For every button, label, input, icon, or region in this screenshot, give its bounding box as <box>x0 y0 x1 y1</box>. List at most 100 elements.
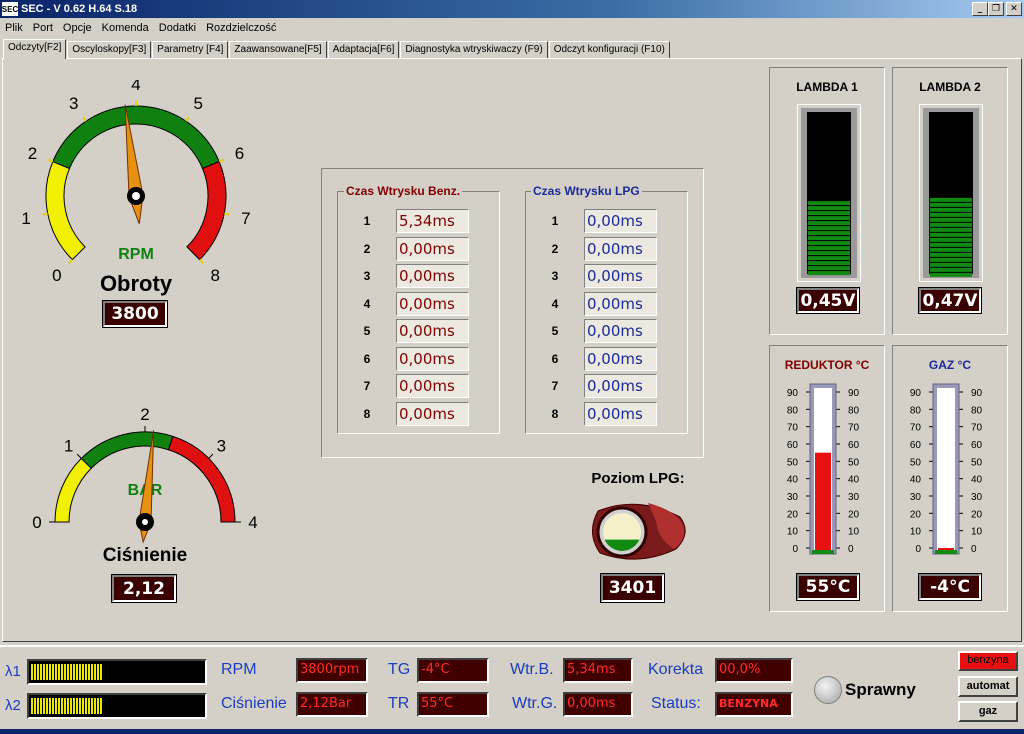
thermometer-tick-label-right: 10 <box>848 527 860 538</box>
thermometer-fill <box>938 548 954 550</box>
rpm-tick-label: 6 <box>235 144 244 163</box>
thermometer-tick-label-left: 40 <box>787 475 799 486</box>
tab-strip: Odczyty[F2] Oscyloskopy[F3] Parametry [F… <box>3 39 671 59</box>
lambda-segment <box>930 257 972 262</box>
lambda-segment <box>930 217 972 222</box>
maximize-button[interactable]: ❐ <box>988 2 1004 16</box>
tab-oscyloskopy[interactable]: Oscyloskopy[F3] <box>67 41 152 59</box>
title-bar: SEC SEC - V 0.62 H.64 S.18 _ ❐ ✕ <box>0 0 1024 18</box>
rpm-caption: Obroty <box>99 271 173 296</box>
pressure-tick-mark <box>76 453 82 459</box>
injection-time-value: 0,00ms <box>396 264 469 288</box>
menu-dodatki[interactable]: Dodatki <box>154 22 201 34</box>
wtrb-value: 5,34ms <box>563 658 633 683</box>
thermometer-tick-label-left: 80 <box>910 405 922 416</box>
lpg-injection-row: 8 0,00ms <box>526 401 657 426</box>
thermometer-tick-label-left: 0 <box>915 544 921 555</box>
lambda-segment <box>808 266 850 271</box>
thermometer-tick-label-left: 60 <box>787 440 799 451</box>
lambda-segment <box>930 207 972 212</box>
lambda1-status-bar <box>27 659 207 685</box>
thermometer-tick-label-left: 70 <box>910 423 922 434</box>
lambda1-title: LAMBDA 1 <box>796 80 858 94</box>
thermometer-fill <box>815 452 831 550</box>
lambda-segment <box>930 202 972 207</box>
lambda1-status-label: λ1 <box>5 663 21 680</box>
menu-rozdzielczosc[interactable]: Rozdzielczość <box>201 22 281 34</box>
petrol-injection-group: Czas Wtrysku Benz. 1 5,34ms 2 0,00ms 3 0,00ms… <box>337 184 500 434</box>
pressure-gauge: 01234BAR <box>32 405 258 544</box>
minimize-button[interactable]: _ <box>972 2 988 16</box>
lambda2-status-bar <box>27 693 207 719</box>
tab-odczyt-konfiguracji[interactable]: Odczyt konfiguracji (F10) <box>548 41 670 59</box>
close-button[interactable]: ✕ <box>1006 2 1022 16</box>
menu-komenda[interactable]: Komenda <box>97 22 154 34</box>
lpg-level-label: Poziom LPG: <box>591 470 685 487</box>
thermometer-tick-label-left: 40 <box>910 475 922 486</box>
injection-time-value: 0,00ms <box>396 236 469 261</box>
lambda-segment <box>930 222 972 227</box>
injection-panel: Czas Wtrysku Benz. 1 5,34ms 2 0,00ms 3 0,00ms… <box>321 168 704 458</box>
lambda-segment <box>808 206 850 211</box>
injection-time-value: 0,00ms <box>396 319 469 343</box>
lambda-segment <box>808 236 850 241</box>
rpm-tick-label: 5 <box>193 94 202 113</box>
lpg-injection-row: 7 0,00ms <box>526 374 657 398</box>
lambda-segment <box>930 197 972 202</box>
thermometer-tick-label-right: 70 <box>848 423 860 434</box>
lambda-segment <box>808 201 850 206</box>
status-label: Status: <box>651 695 701 712</box>
cylinder-number: 7 <box>551 379 559 393</box>
wtrg-label: Wtr.G. <box>512 695 558 712</box>
automat-button[interactable]: automat <box>958 676 1018 697</box>
rpm-tick-label: 0 <box>52 266 61 285</box>
lambda2-value-display: 0,47V <box>918 287 982 314</box>
cylinder-number: 8 <box>551 406 559 421</box>
thermometer-tick-label-right: 90 <box>848 388 860 399</box>
thermometer-tick-label-left: 0 <box>792 544 798 555</box>
pressure-caption: Ciśnienie <box>102 545 188 566</box>
tab-parametry[interactable]: Parametry [F4] <box>152 41 229 59</box>
pressure-needle-hub-center <box>142 519 148 525</box>
status-indicator-lamp <box>814 676 842 704</box>
tr-label: TR <box>388 695 410 712</box>
status-indicator-label: Sprawny <box>845 680 916 699</box>
thermometer-tick-label-right: 40 <box>971 475 983 486</box>
tab-zaawansowane[interactable]: Zaawansowane[F5] <box>229 41 327 59</box>
thermometer-tick-label-left: 90 <box>910 388 922 399</box>
window-title: SEC - V 0.62 H.64 S.18 <box>21 3 138 15</box>
menu-opcje[interactable]: Opcje <box>58 22 97 34</box>
petrol-injection-row: 4 0,00ms <box>338 291 469 316</box>
rpm-tick-label: 8 <box>210 266 219 285</box>
thermometer-tick-label-right: 0 <box>971 544 977 555</box>
pressure-value-display: 2,12 <box>111 574 177 603</box>
tg-value: -4°C <box>417 658 489 683</box>
rpm-tick-label: 1 <box>21 209 30 228</box>
lambda-segment <box>808 251 850 256</box>
menu-bar: Plik Port Opcje Komenda Dodatki Rozdziel… <box>0 18 1024 38</box>
lambda-segment <box>930 247 972 252</box>
rpm-tick-mark <box>47 158 54 163</box>
tab-diagnostyka[interactable]: Diagnostyka wtryskiwaczy (F9) <box>400 41 548 59</box>
thermometer-tick-label-left: 20 <box>910 509 922 520</box>
tr-value: 55°C <box>417 692 489 717</box>
tab-odczyty[interactable]: Odczyty[F2] <box>3 39 67 59</box>
thermometer-tick-label-left: 20 <box>787 509 799 520</box>
benzyna-button[interactable]: benzyna <box>958 651 1018 671</box>
cylinder-number: 4 <box>363 296 371 311</box>
reducer-temp-panel: REDUKTOR °C 90 90 80 80 70 70 60 60 50 50 40 40 30 30… <box>769 345 885 612</box>
lpg-injection-title: Czas Wtrysku LPG <box>531 184 642 198</box>
menu-port[interactable]: Port <box>28 22 58 34</box>
injection-time-value: 0,00ms <box>584 264 657 288</box>
lambda-segment <box>808 246 850 251</box>
lambda1-panel: LAMBDA 1 0,45V <box>769 67 885 335</box>
injection-time-value: 0,00ms <box>396 374 469 398</box>
tab-adaptacja[interactable]: Adaptacja[F6] <box>327 41 400 59</box>
bottom-strip <box>0 729 1024 734</box>
thermometer-tick-label-right: 50 <box>848 457 860 468</box>
menu-plik[interactable]: Plik <box>0 22 28 34</box>
thermometer-base <box>812 550 834 554</box>
gaz-button[interactable]: gaz <box>958 701 1018 722</box>
cylinder-number: 3 <box>363 269 371 283</box>
pressure-status-label: Ciśnienie <box>221 695 287 712</box>
